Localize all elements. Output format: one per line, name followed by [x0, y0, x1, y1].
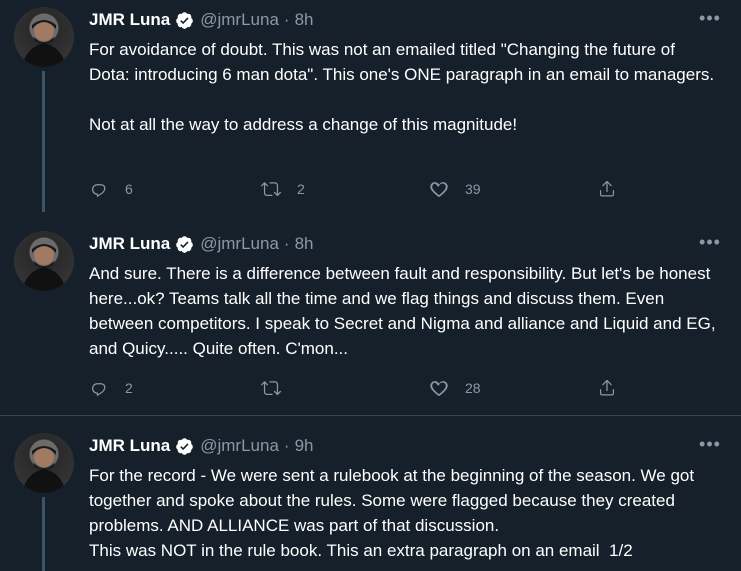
like-button[interactable]: 39 — [429, 179, 481, 199]
tweet-3[interactable]: JMR Luna @jmrLuna · 9h ••• For the recor… — [0, 416, 741, 571]
timestamp[interactable]: 8h — [295, 10, 314, 30]
thread-line — [42, 497, 45, 571]
tweet-text: For the record - We were sent a rulebook… — [89, 466, 695, 560]
handle[interactable]: @jmrLuna — [200, 234, 279, 254]
tweet-header: JMR Luna @jmrLuna · 8h — [89, 8, 314, 32]
reply-button[interactable]: 2 — [89, 378, 133, 398]
reply-icon — [92, 184, 106, 198]
retweet-count: 2 — [297, 181, 305, 197]
tweet-actions: 2 28 — [89, 378, 629, 400]
verified-badge-icon — [175, 11, 194, 30]
timestamp[interactable]: 8h — [295, 234, 314, 254]
tweet-1[interactable]: JMR Luna @jmrLuna · 8h ••• For avoidance… — [0, 0, 741, 212]
tweet-header: JMR Luna @jmrLuna · 9h — [89, 434, 314, 458]
tweet-text: For avoidance of doubt. This was not an … — [89, 40, 715, 134]
share-button[interactable] — [597, 179, 617, 199]
tweet-actions: 6 2 39 — [89, 179, 629, 201]
reply-icon — [92, 383, 106, 397]
separator-dot: · — [283, 234, 290, 253]
share-icon — [599, 379, 615, 396]
more-options-icon[interactable]: ••• — [699, 8, 721, 28]
share-button[interactable] — [597, 378, 617, 398]
tweet-header: JMR Luna @jmrLuna · 8h — [89, 232, 314, 256]
separator-dot: · — [283, 436, 290, 455]
display-name[interactable]: JMR Luna — [89, 234, 170, 254]
reply-button[interactable]: 6 — [89, 179, 133, 199]
retweet-icon — [261, 381, 281, 396]
more-options-icon[interactable]: ••• — [699, 434, 721, 454]
display-name[interactable]: JMR Luna — [89, 10, 170, 30]
retweet-icon — [261, 182, 281, 197]
handle[interactable]: @jmrLuna — [200, 436, 279, 456]
separator-dot: · — [283, 10, 290, 29]
avatar[interactable] — [14, 7, 74, 67]
retweet-button[interactable] — [261, 378, 281, 398]
like-count: 28 — [465, 380, 481, 396]
thread-line — [42, 71, 45, 212]
like-icon — [430, 182, 448, 198]
tweet-text: And sure. There is a difference between … — [89, 264, 721, 358]
display-name[interactable]: JMR Luna — [89, 436, 170, 456]
retweet-button[interactable]: 2 — [261, 179, 305, 199]
reply-count: 2 — [125, 380, 133, 396]
like-button[interactable]: 28 — [429, 378, 481, 398]
tweet-2[interactable]: JMR Luna @jmrLuna · 8h ••• And sure. The… — [0, 212, 741, 416]
avatar[interactable] — [14, 433, 74, 493]
verified-badge-icon — [175, 437, 194, 456]
verified-badge-icon — [175, 235, 194, 254]
avatar[interactable] — [14, 231, 74, 291]
reply-count: 6 — [125, 181, 133, 197]
like-count: 39 — [465, 181, 481, 197]
like-icon — [430, 381, 448, 397]
share-icon — [599, 180, 615, 197]
timestamp[interactable]: 9h — [295, 436, 314, 456]
more-options-icon[interactable]: ••• — [699, 232, 721, 252]
handle[interactable]: @jmrLuna — [200, 10, 279, 30]
